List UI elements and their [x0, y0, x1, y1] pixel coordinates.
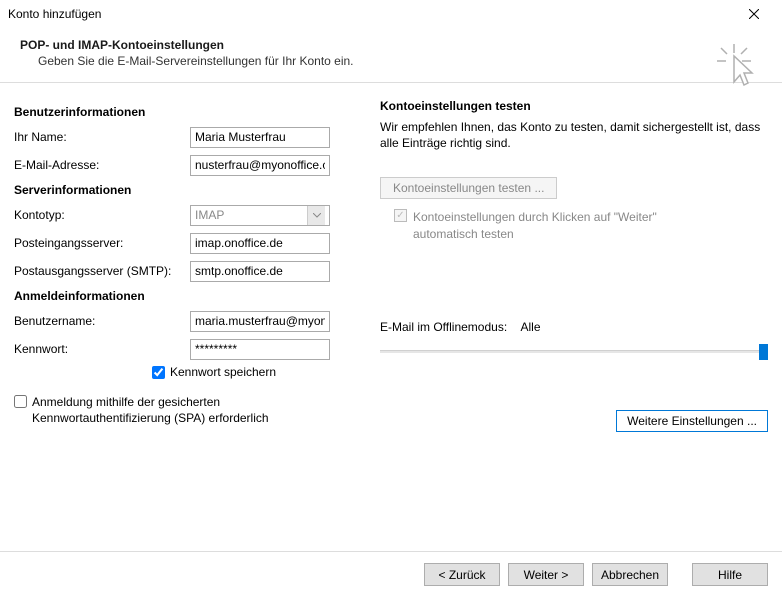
name-input[interactable] — [190, 127, 330, 148]
spa-label: Anmeldung mithilfe der gesicherten Kennw… — [32, 395, 312, 426]
window-title: Konto hinzufügen — [8, 7, 101, 21]
test-settings-text: Wir empfehlen Ihnen, das Konto zu testen… — [380, 119, 768, 151]
name-label: Ihr Name: — [14, 130, 190, 144]
slider-thumb[interactable] — [759, 344, 768, 360]
user-info-heading: Benutzerinformationen — [14, 105, 354, 119]
email-label: E-Mail-Adresse: — [14, 158, 190, 172]
close-icon — [749, 9, 759, 19]
incoming-server-input[interactable] — [190, 233, 330, 254]
header-subtitle: Geben Sie die E-Mail-Servereinstellungen… — [20, 54, 762, 68]
username-input[interactable] — [190, 311, 330, 332]
dialog-footer: < Zurück Weiter > Abbrechen Hilfe — [0, 551, 782, 597]
save-password-checkbox[interactable] — [152, 366, 165, 379]
next-button[interactable]: Weiter > — [508, 563, 584, 586]
outgoing-server-label: Postausgangsserver (SMTP): — [14, 264, 190, 278]
outgoing-server-input[interactable] — [190, 261, 330, 282]
chevron-down-icon — [307, 206, 325, 225]
header-title: POP- und IMAP-Kontoeinstellungen — [20, 38, 762, 52]
offline-slider[interactable] — [380, 342, 768, 362]
spa-checkbox[interactable] — [14, 395, 27, 408]
offline-mode-label: E-Mail im Offlinemodus: — [380, 320, 507, 334]
slider-track — [380, 350, 768, 353]
help-button[interactable]: Hilfe — [692, 563, 768, 586]
account-type-label: Kontotyp: — [14, 208, 190, 222]
account-type-value: IMAP — [195, 208, 224, 222]
close-button[interactable] — [734, 3, 774, 25]
login-info-heading: Anmeldeinformationen — [14, 289, 354, 303]
test-settings-heading: Kontoeinstellungen testen — [380, 99, 768, 113]
auto-test-label: Kontoeinstellungen durch Klicken auf "We… — [413, 209, 673, 241]
offline-mode-value: Alle — [521, 320, 541, 334]
cursor-arrow-icon — [710, 42, 758, 90]
server-info-heading: Serverinformationen — [14, 183, 354, 197]
test-settings-button: Kontoeinstellungen testen ... — [380, 177, 557, 199]
auto-test-checkbox: ✓ — [394, 209, 407, 222]
dialog-header: POP- und IMAP-Kontoeinstellungen Geben S… — [0, 28, 782, 83]
back-button[interactable]: < Zurück — [424, 563, 500, 586]
password-label: Kennwort: — [14, 342, 190, 356]
incoming-server-label: Posteingangsserver: — [14, 236, 190, 250]
account-type-select: IMAP — [190, 205, 330, 226]
more-settings-button[interactable]: Weitere Einstellungen ... — [616, 410, 768, 432]
username-label: Benutzername: — [14, 314, 190, 328]
save-password-label: Kennwort speichern — [170, 365, 276, 379]
email-input[interactable] — [190, 155, 330, 176]
cancel-button[interactable]: Abbrechen — [592, 563, 668, 586]
password-input[interactable] — [190, 339, 330, 360]
